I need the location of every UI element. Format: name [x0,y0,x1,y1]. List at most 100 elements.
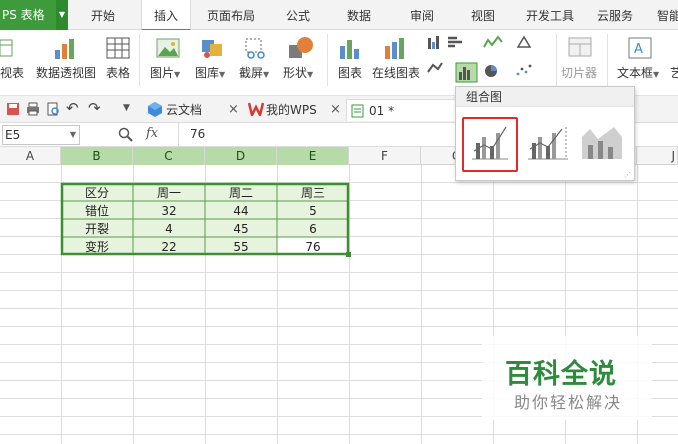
app-menu-dropdown-icon[interactable]: ▼ [56,0,68,30]
popup-title: 组合图 [456,87,634,107]
table-cell[interactable]: 44 [233,204,248,218]
combo-bar-line-chart-icon [472,126,508,160]
fill-handle[interactable] [346,252,351,257]
table-cell[interactable]: 错位 [85,203,109,218]
tab-data[interactable]: 数据 [347,0,371,30]
more-button[interactable]: 艺 [670,64,678,81]
chevron-down-icon: ▼ [219,70,226,79]
table-button[interactable]: 表格 [106,64,130,81]
chart-button[interactable]: 图表 [338,64,362,81]
print-preview-icon[interactable] [46,102,60,116]
online-chart-icon [385,38,404,59]
print-icon[interactable] [26,102,40,116]
tab-cloud-doc[interactable]: 云文档 [166,99,202,121]
tab-smart[interactable]: 智能 [657,0,678,30]
zoom-icon[interactable] [118,127,134,143]
table-cell[interactable]: 6 [309,222,317,236]
svg-text:A: A [634,42,643,57]
function-icon[interactable]: fx [146,126,158,141]
table-cell[interactable]: 45 [233,222,248,236]
watermark-title: 百科全说 [505,359,617,390]
combo-area-bar-chart-icon [582,127,622,159]
chevron-down-icon: ▼ [263,70,270,79]
picture-icon [156,38,180,58]
tab-home[interactable]: 开始 [91,0,115,30]
combo-bar-line-secondary-axis-icon [528,127,568,160]
column-header-a[interactable]: A [0,147,61,165]
slicer-button[interactable]: 切片器 [561,64,597,81]
tab-review[interactable]: 审阅 [410,0,434,30]
tab-insert[interactable]: 插入 [141,0,191,31]
combo-chart-option-2[interactable] [522,119,574,171]
slicer-icon [568,37,592,57]
tab-page-layout[interactable]: 页面布局 [207,0,255,30]
table-cell[interactable]: 32 [161,204,176,218]
table-header-cell[interactable]: 周三 [301,186,325,200]
textbox-label: 文本框 [617,66,654,80]
chevron-down-icon: ▼ [653,70,660,79]
wps-logo-icon [248,102,264,116]
picture-button[interactable]: 图片▼ [150,64,180,81]
tab-developer[interactable]: 开发工具 [526,0,574,30]
table-cell[interactable]: 变形 [85,239,109,254]
pivot-chart-button[interactable]: 数据透视图 [36,64,96,81]
resize-grip-icon[interactable]: ⋰ [624,171,631,179]
table-cell[interactable]: 22 [161,240,176,254]
combo-chart-option-1[interactable] [462,117,518,172]
tab-view[interactable]: 视图 [471,0,495,30]
customize-dropdown-icon[interactable]: ▼ [123,103,130,113]
table-cell[interactable]: 开裂 [85,222,109,236]
tab-my-wps[interactable]: 我的WPS [266,99,317,121]
close-icon[interactable]: × [330,99,341,121]
formula-input[interactable]: 76 [190,127,205,141]
table-header-cell[interactable]: 周一 [157,186,181,200]
gallery-button[interactable]: 图库▼ [195,64,225,81]
table-cell[interactable]: 5 [309,204,317,218]
picture-label: 图片 [150,66,175,80]
online-chart-button[interactable]: 在线图表 [372,64,420,81]
table-cell[interactable]: 4 [165,222,173,236]
column-header-d[interactable]: D [205,147,277,165]
pivot-chart-icon [55,39,74,59]
shapes-label: 形状 [283,66,308,80]
screenshot-label: 截屏 [239,66,264,80]
table-icon [106,37,130,59]
gallery-icon [202,40,222,58]
chart-type-gallery[interactable] [426,34,546,90]
textbox-button[interactable]: 文本框▼ [617,64,659,81]
chevron-down-icon: ▼ [307,70,314,79]
save-icon[interactable] [6,102,20,116]
tab-cloud-service[interactable]: 云服务 [597,0,633,30]
pivot-table-icon [0,39,13,57]
column-header-f[interactable]: F [349,147,421,165]
table-header-cell[interactable]: 周二 [229,186,253,200]
close-icon[interactable]: × [228,99,239,121]
combo-chart-option-3[interactable] [576,119,628,171]
chevron-down-icon: ▼ [69,130,76,139]
screenshot-button[interactable]: 截屏▼ [239,64,269,81]
table-header-cell[interactable]: 区分 [85,186,109,200]
pivot-table-button[interactable]: 视表 [0,64,24,81]
spreadsheet-file-icon [351,104,364,118]
column-header-j[interactable]: J [637,147,678,165]
screenshot-icon [245,38,265,59]
app-logo[interactable]: PS 表格 [0,0,56,30]
name-box[interactable]: E5 ▼ [2,125,80,145]
watermark-subtitle: 助你轻松解决 [514,393,623,412]
column-header-b[interactable]: B [61,147,133,165]
chevron-down-icon: ▼ [174,70,181,79]
column-header-c[interactable]: C [133,147,205,165]
gallery-label: 图库 [195,66,220,80]
undo-icon[interactable]: ↶ [66,99,79,117]
table-cell[interactable]: 55 [233,240,248,254]
column-header-e[interactable]: E [277,147,349,165]
redo-icon[interactable]: ↷ [88,99,101,117]
textbox-icon: A [628,37,652,59]
tab-document-label: 01 * [369,104,395,118]
tab-document-01[interactable]: 01 * [346,99,456,121]
tab-formula[interactable]: 公式 [286,0,310,30]
combo-chart-popup: 组合图 ⋰ [455,86,635,181]
shapes-button[interactable]: 形状▼ [283,64,313,81]
table-cell[interactable]: 76 [305,240,320,254]
menu-bar: PS 表格 ▼ 开始 插入 页面布局 公式 数据 审阅 视图 开发工具 云服务 … [0,0,678,31]
